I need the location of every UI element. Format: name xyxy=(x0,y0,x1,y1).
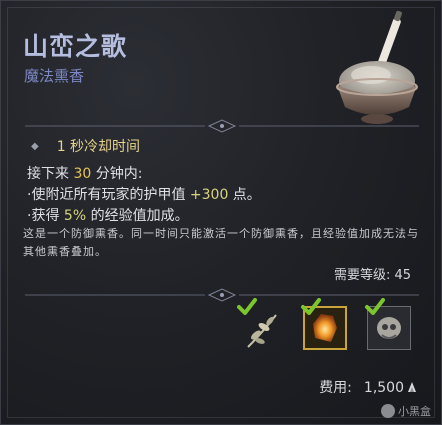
effect-description: 接下来 30 分钟内: ·使附近所有玩家的护甲值 +300 点。 ·获得 5% … xyxy=(27,164,261,227)
effect-intro-suffix: 分钟内: xyxy=(91,166,143,182)
item-tooltip: 山峦之歌 魔法熏香 ◆ 1 秒冷却时间 接下来 30 分钟内: ·使附近所有玩家… xyxy=(0,0,442,425)
check-icon xyxy=(365,298,385,315)
cooldown-text: 1 秒冷却时间 xyxy=(56,139,141,155)
cost-value: 1,500 xyxy=(363,380,404,396)
level-value: 45 xyxy=(394,268,411,283)
cooldown-line: ◆ 1 秒冷却时间 xyxy=(31,136,140,156)
check-icon xyxy=(301,298,321,315)
level-label: 需要等级: xyxy=(333,268,395,283)
watermark-logo-icon xyxy=(381,404,395,418)
effect-armor: ·使附近所有玩家的护甲值 +300 点。 xyxy=(27,185,261,206)
effect-armor-prefix: ·使附近所有玩家的护甲值 xyxy=(27,187,190,203)
flavor-text: 这是一个防御熏香。同一时间只能激活一个防御熏香，且经验值加成无法与其他熏香叠加。 xyxy=(23,227,419,258)
section-divider xyxy=(25,119,419,133)
cost-label: 费用: xyxy=(319,380,352,396)
incense-bowl-icon xyxy=(336,10,418,124)
effect-intro: 接下来 30 分钟内: xyxy=(27,164,261,185)
duration-value: 30 xyxy=(73,166,92,182)
section-divider xyxy=(25,288,419,302)
armor-value: +300 xyxy=(189,187,229,203)
effect-intro-prefix: 接下来 xyxy=(27,166,74,182)
effect-armor-suffix: 点。 xyxy=(228,187,261,203)
xp-value: 5% xyxy=(63,208,87,224)
item-name: 山峦之歌 xyxy=(23,32,128,61)
watermark-text: 小黑盒 xyxy=(398,405,431,418)
cost-row: 费用: 1,500 xyxy=(319,377,417,397)
effect-xp-suffix: 的经验值加成。 xyxy=(86,208,189,224)
effect-xp: ·获得 5% 的经验值加成。 xyxy=(27,206,261,227)
watermark: 小黑盒 xyxy=(381,403,431,419)
effect-xp-prefix: ·获得 xyxy=(27,208,64,224)
coin-icon xyxy=(408,382,416,392)
level-requirement: 需要等级: 45 xyxy=(334,264,411,283)
check-icon xyxy=(237,298,257,315)
bullet-icon: ◆ xyxy=(31,141,39,152)
item-type: 魔法熏香 xyxy=(24,67,85,85)
